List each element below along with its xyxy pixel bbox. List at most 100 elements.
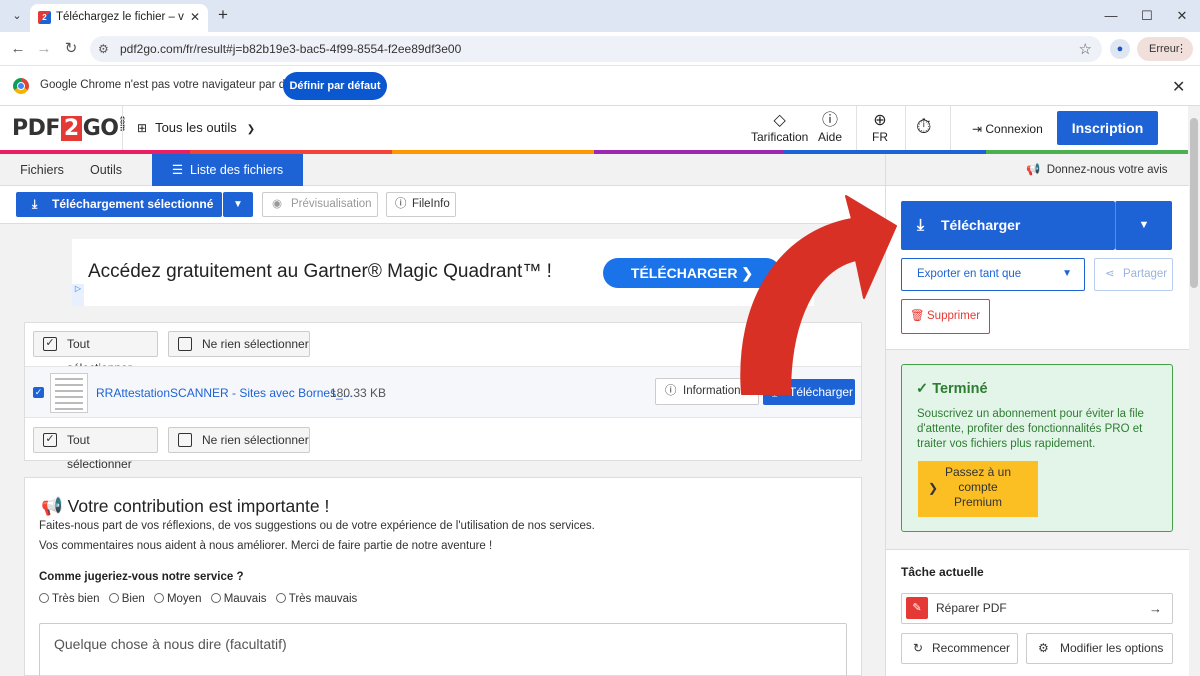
info-icon: ⓘ [665, 385, 677, 397]
current-task-name: Réparer PDF [936, 601, 1007, 615]
current-task-section: Tâche actuelle ✎ Réparer PDF → ↻ Recomme… [886, 549, 1189, 676]
browser-tab[interactable]: 2 Téléchargez le fichier – votre co ✕ [30, 4, 208, 32]
site-info-icon[interactable]: ⚙ [98, 41, 114, 57]
ad-download-label: TÉLÉCHARGER [630, 265, 738, 281]
preview-label: Prévisualisation [291, 198, 372, 210]
delete-button[interactable]: 🗑 Supprimer [901, 299, 990, 334]
help-link[interactable]: ⓘ Aide [818, 112, 842, 144]
tab-files[interactable]: Fichiers [10, 154, 74, 186]
download-selected-button[interactable]: ⤓ Téléchargement sélectionné [16, 192, 222, 217]
minimize-icon[interactable]: — [1101, 6, 1121, 26]
main-download-button[interactable]: ⤓ Télécharger [901, 201, 1115, 250]
set-default-button[interactable]: Définir par défaut [283, 72, 387, 100]
completed-title: ✓ Terminé [916, 381, 988, 397]
tab-close-icon[interactable]: ✕ [188, 10, 202, 24]
select-all-button-bottom[interactable]: ✓ Tout sélectionner [33, 427, 158, 471]
back-icon[interactable]: ← [8, 39, 28, 59]
pdf2go-logo[interactable]: PDF2GOcom [12, 116, 127, 144]
completed-line-3: traiter vos fichiers plus rapidement. [917, 438, 1096, 450]
select-none-button-bottom[interactable]: Ne rien sélectionner [168, 427, 310, 453]
file-info-button[interactable]: ⓘ Informations [655, 378, 759, 405]
chevron-right-icon: ❯ [737, 265, 754, 281]
restart-label: Recommencer [932, 641, 1011, 655]
chevron-down-icon: ▼ [1062, 268, 1072, 279]
file-name-link[interactable]: RRAttestationSCANNER - Sites avec Bornes… [96, 386, 353, 400]
chevron-down-icon: ▼ [1138, 219, 1150, 231]
profile-error-chip[interactable]: Erreur ⋮ [1137, 37, 1193, 61]
login-label: Connexion [985, 122, 1043, 136]
megaphone-icon: 📢 [1026, 164, 1047, 176]
maximize-icon[interactable]: ☐ [1137, 6, 1157, 26]
advertisement-banner[interactable]: Accédez gratuitement au Gartner® Magic Q… [72, 239, 814, 306]
give-feedback-link[interactable]: 📢 Donnez-nous votre avis [1026, 162, 1168, 176]
rating-medium[interactable]: Moyen [153, 593, 201, 605]
ad-download-button[interactable]: TÉLÉCHARGER ❯ [603, 258, 781, 288]
select-all-button[interactable]: ✓Tout sélectionner [33, 331, 158, 375]
browser-titlebar: ⌄ 2 Téléchargez le fichier – votre co ✕ … [0, 0, 1200, 32]
download-dropdown-toggle[interactable]: ▼ [1115, 201, 1172, 250]
modify-options-button[interactable]: ⚙ Modifier les options [1026, 633, 1173, 664]
rating-options: Très bien Bien Moyen Mauvais Très mauvai… [39, 593, 363, 605]
tab-file-list[interactable]: ☰ Liste des fichiers [152, 154, 303, 186]
export-as-dropdown[interactable]: Exporter en tant que ▼ [901, 258, 1085, 291]
help-label: Aide [818, 130, 843, 144]
current-task-link[interactable]: ✎ Réparer PDF → [901, 593, 1173, 624]
select-none-button[interactable]: Ne rien sélectionner [168, 331, 310, 357]
address-bar[interactable]: ⚙ pdf2go.com/fr/result#j=b82b19e3-bac5-4… [90, 36, 1102, 62]
reload-icon[interactable]: ↻ [61, 39, 81, 59]
rating-question: Comme jugeriez-vous notre service ? [39, 571, 244, 583]
url-text[interactable]: pdf2go.com/fr/result#j=b82b19e3-bac5-4f9… [120, 42, 461, 56]
close-window-icon[interactable]: ✕ [1172, 6, 1192, 26]
feedback-textarea[interactable]: Quelque chose à nous dire (facultatif) [39, 623, 847, 676]
result-sidebar: 📢 Donnez-nous votre avis ⤓ Télécharger ▼… [885, 154, 1189, 676]
completed-title-text: Terminé [932, 381, 988, 397]
select-none-label: Ne rien sélectionner [202, 433, 309, 447]
file-thumbnail[interactable] [50, 373, 88, 413]
language-selector[interactable]: ⊕ FR [872, 112, 888, 144]
go-premium-button[interactable]: ❯ Passez à un compte Premium [918, 461, 1038, 517]
rating-bad[interactable]: Mauvais [210, 593, 267, 605]
pricing-link[interactable]: ◇ Tarification [751, 112, 808, 144]
checkbox-empty-icon [178, 337, 192, 351]
login-link[interactable]: ⇥ Connexion [972, 122, 1043, 136]
download-icon: ⤓ [32, 197, 38, 211]
language-label: FR [872, 130, 888, 144]
all-tools-menu[interactable]: ⊞ Tous les outils ❯ [137, 120, 255, 135]
premium-line-3: Premium [953, 495, 1002, 509]
signup-button[interactable]: Inscription [1057, 111, 1158, 145]
restart-button[interactable]: ↻ Recommencer [901, 633, 1018, 664]
history-clipboard-icon[interactable]: ⏱ [916, 117, 932, 137]
share-button[interactable]: ⋖ Partager [1094, 258, 1173, 291]
checkbox-checked-icon: ✓ [43, 433, 57, 447]
rating-very-bad[interactable]: Très mauvais [275, 593, 357, 605]
file-row[interactable]: ✓ RRAttestationSCANNER - Sites avec Born… [25, 366, 861, 418]
bookmark-star-icon[interactable]: ☆ [1079, 40, 1092, 58]
globe-icon: ⊕ [873, 112, 887, 129]
fileinfo-button[interactable]: ⓘ FileInfo [386, 192, 456, 217]
file-checkbox[interactable]: ✓ [33, 387, 44, 398]
infobar-close-icon[interactable]: ✕ [1172, 77, 1185, 97]
default-browser-infobar: Google Chrome n'est pas votre navigateur… [0, 66, 1200, 106]
header-divider [122, 106, 123, 154]
tab-search-icon[interactable]: ⌄ [8, 7, 26, 25]
help-icon: ⓘ [822, 112, 839, 129]
preview-button[interactable]: ◉ Prévisualisation [262, 192, 378, 217]
main-download-label: Télécharger [941, 217, 1021, 233]
page-scrollbar[interactable] [1188, 106, 1200, 676]
forward-icon[interactable]: → [34, 39, 54, 59]
file-list-panel: ✓Tout sélectionner Ne rien sélectionner … [24, 322, 862, 471]
scrollbar-thumb[interactable] [1190, 118, 1198, 288]
download-options-dropdown[interactable]: ▼ [223, 192, 253, 217]
tab-file-list-label: Liste des fichiers [190, 163, 284, 177]
rating-good[interactable]: Bien [108, 593, 145, 605]
rating-label: Très bien [52, 593, 100, 605]
file-download-button[interactable]: ⤓ Télécharger [763, 379, 855, 405]
feedback-section: 📢 Votre contribution est importante ! Fa… [24, 477, 862, 676]
profile-avatar-icon[interactable]: ● [1110, 39, 1130, 59]
ad-choices-icon[interactable]: ▷ [72, 284, 84, 306]
tab-tools[interactable]: Outils [78, 154, 134, 186]
rating-very-good[interactable]: Très bien [39, 593, 100, 605]
delete-label: Supprimer [927, 310, 981, 322]
new-tab-icon[interactable]: + [214, 6, 232, 24]
arrow-right-icon: → [1149, 601, 1162, 616]
